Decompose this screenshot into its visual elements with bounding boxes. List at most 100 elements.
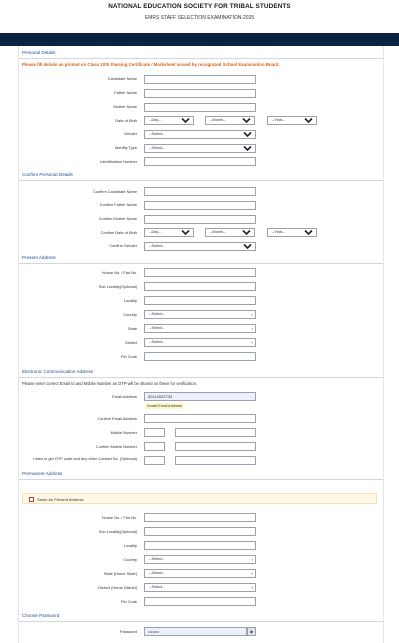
same-as-present-row: Same As Present Address (22, 493, 377, 504)
confirm-dob-day-select[interactable]: --Day-- (144, 228, 194, 237)
district-select[interactable]: --Select-- ▾ (144, 338, 256, 347)
sublocality-label: Sub Locality(Optional) (98, 284, 137, 289)
registration-form: Personal Details Please fill details as … (18, 46, 384, 643)
perm-house-input[interactable] (144, 513, 256, 522)
identification-number-input[interactable] (144, 157, 256, 166)
divider (19, 621, 383, 622)
confirm-dob-month-select[interactable]: --Month-- (205, 228, 255, 237)
identity-type-select[interactable]: --Select-- (144, 144, 256, 153)
chevron-down-icon (242, 229, 251, 236)
house-label: House No. / Flat No. (101, 270, 137, 275)
exam-subtitle: EMRS STAFF SELECTION EXAMINATION-2025 (144, 15, 255, 21)
house-input[interactable] (144, 268, 256, 277)
pincode-label: Pin Code (120, 354, 137, 359)
country-label: Country (123, 312, 137, 317)
alternate-contact-label: I wish to get OTP code and any other Con… (33, 456, 137, 461)
chevron-down-icon (181, 117, 190, 124)
confirm-mother-name-label: Confirm Mother Name (98, 216, 137, 221)
perm-sublocality-input[interactable] (144, 527, 256, 536)
confirm-dob-label: Confirm Date of Birth (100, 230, 137, 235)
confirm-gender-select[interactable]: --Select-- (144, 242, 256, 251)
perm-pincode-label: Pin Code (120, 599, 137, 604)
state-label: State (127, 326, 137, 331)
divider (19, 58, 383, 59)
dob-year-select[interactable]: --Year-- (267, 116, 317, 125)
dob-month-select[interactable]: --Month-- (205, 116, 255, 125)
mobile-label: Mobile Number (110, 430, 137, 435)
top-navbar (0, 33, 399, 46)
confirm-email-label: Confirm Email Address (97, 416, 137, 421)
dob-day-select[interactable]: --Day-- (144, 116, 194, 125)
father-name-label: Father Name (114, 90, 137, 95)
chevron-down-icon (242, 117, 251, 124)
divider (19, 263, 383, 264)
perm-country-label: Country (123, 557, 137, 562)
perm-locality-label: Locality (123, 543, 137, 548)
mobile-input[interactable] (175, 428, 256, 437)
perm-locality-input[interactable] (144, 541, 256, 550)
mother-name-label: Mother Name (113, 104, 137, 109)
same-as-present-checkbox[interactable] (29, 497, 34, 502)
section-present-address: Present Address (22, 255, 56, 260)
mother-name-input[interactable] (144, 103, 256, 112)
gender-label: Gender (124, 131, 137, 136)
gender-select[interactable]: --Select-- (144, 130, 256, 139)
caret-icon: ▾ (251, 586, 253, 590)
caret-icon: ▾ (251, 572, 253, 576)
sublocality-input[interactable] (144, 282, 256, 291)
candidate-name-label: Candidate Name (107, 76, 137, 81)
confirm-email-input[interactable] (144, 414, 256, 423)
perm-district-label: District (Home District) (98, 585, 137, 590)
identity-type-label: Identity Type (115, 145, 137, 150)
caret-icon: ▾ (251, 341, 253, 345)
confirm-candidate-name-label: Confirm Candidate Name (93, 189, 137, 194)
pincode-input[interactable] (144, 352, 256, 361)
identification-number-label: Identification Number (100, 159, 137, 164)
section-electronic-communication: Electronic Communication Address (22, 369, 94, 374)
confirm-country-code-input[interactable] (144, 442, 165, 451)
chevron-down-icon (304, 229, 313, 236)
confirm-dob-year-select[interactable]: --Year-- (267, 228, 317, 237)
eye-icon[interactable]: ◉ (247, 627, 256, 636)
chevron-down-icon (243, 243, 252, 250)
electronic-note: Please enter correct Email Id and Mobile… (22, 381, 198, 386)
perm-state-label: State (Home State) (103, 571, 137, 576)
divider (19, 180, 383, 181)
locality-label: Locality (123, 298, 137, 303)
password-input[interactable]: •••••••• (144, 627, 247, 636)
email-input[interactable]: 00110022733 (144, 392, 256, 401)
org-title: NATIONAL EDUCATION SOCIETY FOR TRIBAL ST… (108, 3, 291, 10)
perm-sublocality-label: Sub Locality(Optional) (98, 529, 137, 534)
chevron-down-icon (304, 117, 313, 124)
confirm-mobile-label: Confirm Mobile Number (95, 444, 137, 449)
state-select[interactable]: --Select-- ▾ (144, 324, 256, 333)
candidate-name-input[interactable] (144, 75, 256, 84)
page-header: NATIONAL EDUCATION SOCIETY FOR TRIBAL ST… (0, 0, 399, 33)
alt-contact-input[interactable] (175, 456, 256, 465)
email-label: Email Address (112, 394, 137, 399)
confirm-candidate-name-input[interactable] (144, 187, 256, 196)
father-name-input[interactable] (144, 89, 256, 98)
divider (19, 479, 383, 480)
chevron-down-icon (243, 145, 252, 152)
confirm-mobile-input[interactable] (175, 442, 256, 451)
confirm-father-name-label: Confirm Father Name (99, 202, 137, 207)
password-label: Password (119, 629, 137, 634)
perm-country-select[interactable]: --Select-- ▾ (144, 555, 256, 564)
country-code-input[interactable] (144, 428, 165, 437)
caret-icon: ▾ (251, 313, 253, 317)
district-label: District (125, 340, 137, 345)
perm-pincode-input[interactable] (144, 597, 256, 606)
perm-district-select[interactable]: --Select-- ▾ (144, 583, 256, 592)
dob-label: Date of Birth (115, 118, 137, 123)
perm-state-select[interactable]: --Select-- ▾ (144, 569, 256, 578)
same-as-present-label: Same As Present Address (37, 496, 84, 502)
locality-input[interactable] (144, 296, 256, 305)
divider (19, 377, 383, 378)
perm-house-label: House No. / Flat No. (101, 515, 137, 520)
chevron-down-icon (181, 229, 190, 236)
alt-country-code-input[interactable] (144, 456, 165, 465)
country-select[interactable]: --Select-- ▾ (144, 310, 256, 319)
confirm-mother-name-input[interactable] (144, 215, 256, 224)
confirm-father-name-input[interactable] (144, 201, 256, 210)
